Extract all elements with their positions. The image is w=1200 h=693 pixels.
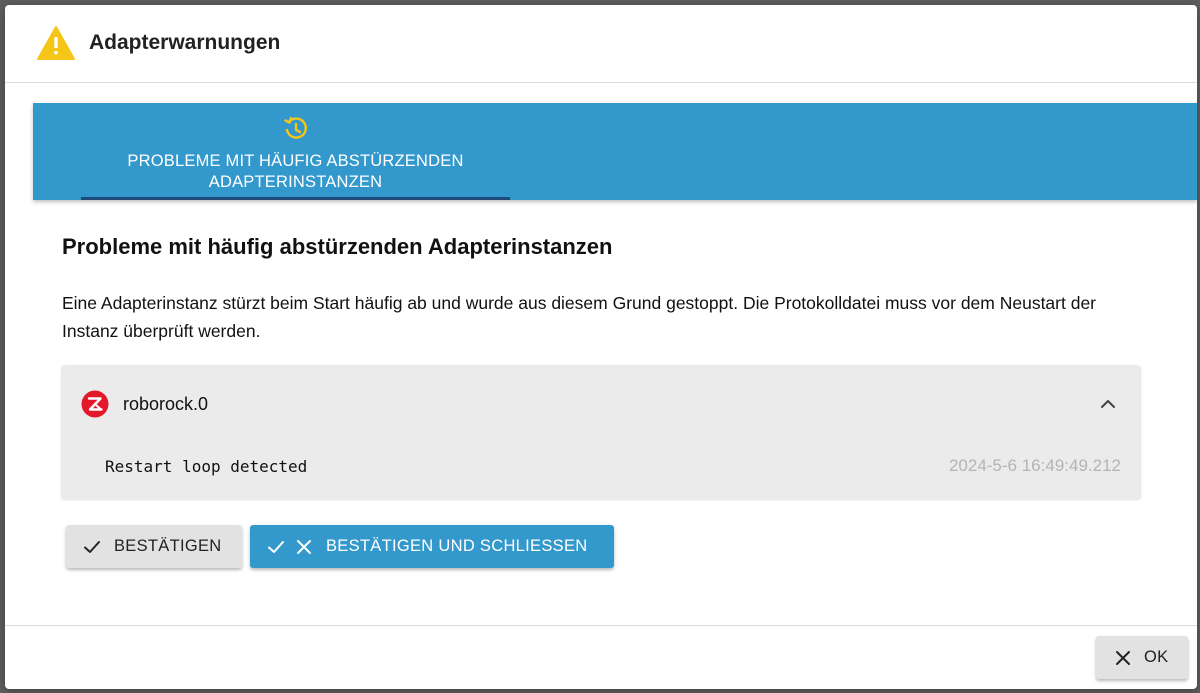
section-description: Eine Adapterinstanz stürzt beim Start hä…	[62, 293, 1097, 341]
close-icon	[297, 539, 311, 554]
dialog-title: Adapterwarnungen	[89, 31, 281, 54]
log-timestamp: 2024-5-6 16:49:49.212	[948, 456, 1121, 475]
tab-crashing-instances[interactable]: PROBLEME MIT HÄUFIG ABSTÜRZENDEN ADAPTER…	[81, 103, 510, 200]
footer-divider	[5, 625, 1197, 626]
dialog-header: Adapterwarnungen	[5, 5, 1197, 83]
ok-button-label: OK	[1144, 648, 1169, 666]
adapter-warnings-dialog: Adapterwarnungen PROBLEME MIT HÄUFIG ABS…	[5, 5, 1197, 689]
acknowledge-close-button-label: BESTÄTIGEN UND SCHLIESSEN	[326, 537, 588, 555]
chevron-up-icon[interactable]	[1099, 395, 1117, 413]
check-icon	[268, 540, 284, 553]
close-icon	[1116, 650, 1130, 665]
ok-button[interactable]: OK	[1096, 636, 1188, 679]
restart-history-icon	[284, 116, 307, 139]
tab-bar: PROBLEME MIT HÄUFIG ABSTÜRZENDEN ADAPTER…	[33, 103, 1197, 200]
acknowledge-button[interactable]: BESTÄTIGEN	[66, 525, 242, 568]
section-title: Probleme mit häufig abstürzenden Adapter…	[62, 234, 613, 259]
acknowledge-close-button[interactable]: BESTÄTIGEN UND SCHLIESSEN	[250, 525, 614, 568]
tab-label: PROBLEME MIT HÄUFIG ABSTÜRZENDEN ADAPTER…	[127, 152, 464, 191]
instance-name: roborock.0	[123, 394, 209, 414]
acknowledge-button-label: BESTÄTIGEN	[114, 537, 222, 555]
warning-icon	[37, 26, 75, 60]
check-icon	[84, 540, 100, 553]
tab-indicator	[81, 197, 510, 200]
log-message: Restart loop detected	[105, 457, 308, 476]
instance-accordion[interactable]: roborock.0 Restart loop detected 2024-5-…	[61, 365, 1141, 499]
roborock-logo	[81, 390, 109, 418]
